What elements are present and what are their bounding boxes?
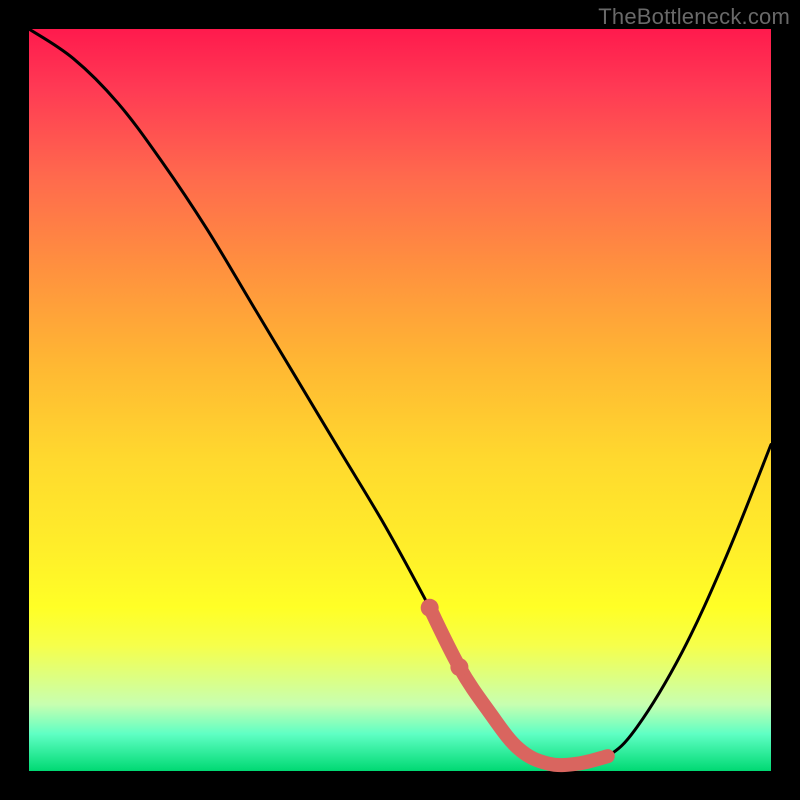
highlight-dot <box>421 599 439 617</box>
plot-area <box>29 29 771 771</box>
curve-svg <box>29 29 771 771</box>
highlight-dot <box>450 658 468 676</box>
chart-frame: TheBottleneck.com <box>0 0 800 800</box>
bottleneck-curve <box>29 29 771 765</box>
highlight-segment <box>430 608 608 765</box>
watermark-text: TheBottleneck.com <box>598 4 790 30</box>
